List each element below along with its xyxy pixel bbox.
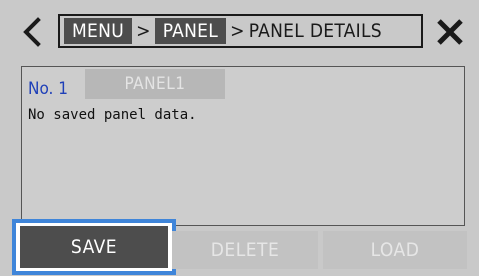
- breadcrumb: MENU > PANEL > PANEL DETAILS: [58, 14, 423, 48]
- panel-details-screen: MENU > PANEL > PANEL DETAILS No. 1 PANEL…: [0, 0, 479, 276]
- panel-status-message: No saved panel data.: [28, 107, 197, 123]
- back-button[interactable]: [10, 10, 54, 54]
- breadcrumb-menu[interactable]: MENU: [64, 18, 133, 44]
- breadcrumb-separator: >: [136, 20, 151, 42]
- panel-name-field: PANEL1: [85, 69, 225, 99]
- breadcrumb-panel[interactable]: PANEL: [154, 18, 227, 44]
- close-x-icon: [437, 19, 463, 45]
- panel-number: No. 1: [28, 79, 68, 99]
- panel-data-area: No. 1 PANEL1 No saved panel data.: [21, 66, 465, 226]
- chevron-left-icon: [23, 17, 41, 47]
- breadcrumb-current: PANEL DETAILS: [248, 20, 382, 42]
- breadcrumb-separator: >: [230, 20, 245, 42]
- load-button[interactable]: LOAD: [323, 231, 467, 269]
- save-button[interactable]: SAVE: [20, 226, 168, 268]
- delete-button[interactable]: DELETE: [172, 231, 318, 269]
- close-button[interactable]: [428, 10, 472, 54]
